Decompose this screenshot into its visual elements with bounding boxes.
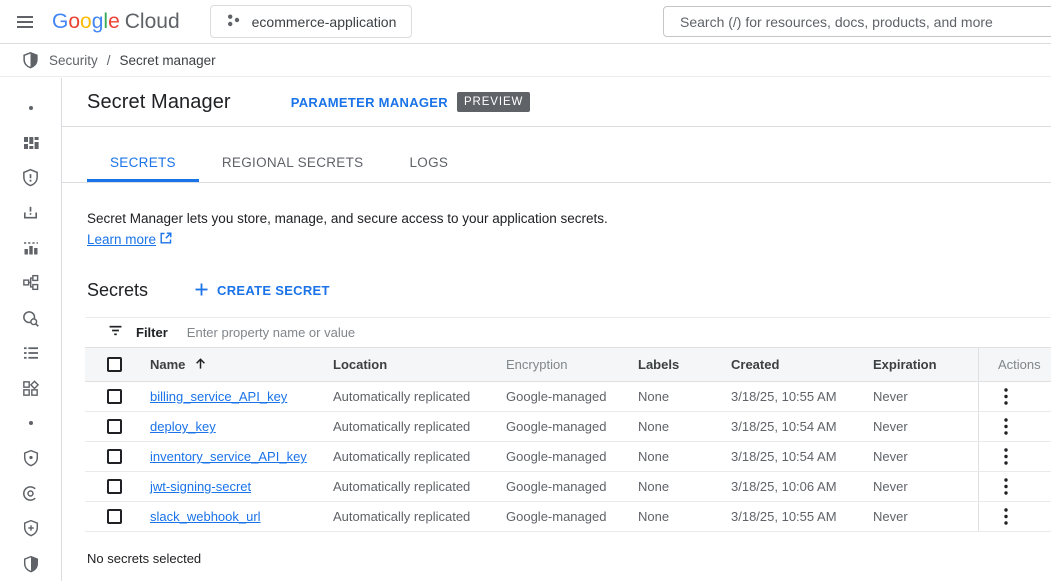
filter-bar[interactable]: Filter: [85, 318, 1051, 348]
column-header-expiration[interactable]: Expiration: [873, 357, 978, 372]
table-row: jwt-signing-secret Automatically replica…: [85, 472, 1051, 502]
row-checkbox[interactable]: [107, 389, 122, 404]
dot-icon: [21, 98, 41, 118]
row-checkbox[interactable]: [107, 419, 122, 434]
secret-link[interactable]: jwt-signing-secret: [150, 479, 251, 494]
sidebar-item-risk[interactable]: [11, 195, 51, 230]
row-checkbox[interactable]: [107, 509, 122, 524]
shield-alert-icon: [21, 168, 40, 187]
tab-secrets[interactable]: SECRETS: [87, 146, 199, 182]
sidebar-item-shield-plus[interactable]: [11, 511, 51, 546]
row-actions-menu-icon[interactable]: [998, 506, 1014, 527]
shield-half-icon: [22, 555, 40, 573]
sidebar-item-security[interactable]: [11, 546, 51, 581]
tab-logs[interactable]: LOGS: [386, 146, 471, 182]
column-header-encryption: Encryption: [506, 357, 638, 372]
hierarchy-icon: [21, 273, 40, 292]
shield-dot-icon: [22, 449, 40, 467]
page-description: Secret Manager lets you store, manage, a…: [87, 209, 1051, 250]
column-header-labels[interactable]: Labels: [638, 357, 731, 372]
list-icon: [21, 343, 41, 363]
main-content: Secret Manager PARAMETER MANAGER PREVIEW…: [62, 78, 1051, 581]
row-checkbox[interactable]: [107, 449, 122, 464]
sidebar-item-workloads[interactable]: [11, 371, 51, 406]
chart-icon: [21, 238, 41, 258]
row-checkbox[interactable]: [107, 479, 122, 494]
sidebar-item-findings-list[interactable]: [11, 336, 51, 371]
dot-icon: [21, 413, 41, 433]
filter-icon: [107, 322, 124, 344]
project-selector[interactable]: ecommerce-application: [210, 5, 413, 38]
column-header-name[interactable]: Name: [150, 357, 333, 373]
preview-badge: PREVIEW: [457, 92, 530, 112]
secret-link[interactable]: billing_service_API_key: [150, 389, 287, 404]
search-bar: [663, 6, 1051, 37]
create-secret-button[interactable]: CREATE SECRET: [194, 282, 330, 300]
secrets-section-header: Secrets CREATE SECRET: [87, 280, 1051, 301]
row-actions-menu-icon[interactable]: [998, 476, 1014, 497]
selection-status: No secrets selected: [87, 551, 1051, 566]
sidebar-item-overview[interactable]: [11, 90, 51, 125]
sort-ascending-icon: [194, 357, 207, 373]
secret-manager-icon: [21, 133, 41, 153]
table-row: slack_webhook_url Automatically replicat…: [85, 502, 1051, 532]
project-name: ecommerce-application: [252, 14, 397, 30]
sidebar-item-compliance[interactable]: [11, 476, 51, 511]
page-header: Secret Manager PARAMETER MANAGER PREVIEW: [62, 78, 1051, 127]
row-actions-menu-icon[interactable]: [998, 386, 1014, 407]
plus-icon: [194, 282, 209, 300]
table-header-row: Name Location Encryption Labels Created …: [85, 348, 1051, 382]
project-icon: [226, 13, 241, 31]
filter-input[interactable]: [187, 325, 1051, 340]
target-circle-icon: [21, 484, 40, 503]
sidebar-item-hierarchy[interactable]: [11, 265, 51, 300]
table-row: billing_service_API_key Automatically re…: [85, 382, 1051, 412]
parameter-manager-link[interactable]: PARAMETER MANAGER: [291, 95, 448, 110]
shield-plus-icon: [22, 519, 40, 537]
left-nav-rail: [0, 78, 62, 581]
breadcrumb-security[interactable]: Security: [49, 53, 98, 68]
sidebar-item-analytics[interactable]: [11, 230, 51, 265]
row-actions-menu-icon[interactable]: [998, 446, 1014, 467]
tab-bar: SECRETS REGIONAL SECRETS LOGS: [62, 127, 1051, 183]
tab-regional-secrets[interactable]: REGIONAL SECRETS: [199, 146, 387, 182]
secrets-table: Filter Name Location Encryption Labels C…: [85, 317, 1051, 532]
breadcrumb: Security / Secret manager: [0, 44, 1051, 77]
sidebar-item-dot-2[interactable]: [11, 406, 51, 441]
row-actions-menu-icon[interactable]: [998, 416, 1014, 437]
google-cloud-logo[interactable]: Google Cloud: [52, 10, 180, 34]
security-shield-icon: [22, 51, 39, 69]
select-all-checkbox[interactable]: [107, 357, 122, 372]
table-row: deploy_key Automatically replicated Goog…: [85, 412, 1051, 442]
external-link-icon: [160, 230, 172, 250]
secrets-heading: Secrets: [87, 280, 148, 301]
column-header-location[interactable]: Location: [333, 357, 506, 372]
secret-link[interactable]: inventory_service_API_key: [150, 449, 307, 464]
tray-alert-icon: [21, 203, 40, 222]
page-title: Secret Manager: [87, 91, 231, 114]
blocks-diamond-icon: [21, 379, 40, 398]
learn-more-link[interactable]: Learn more: [87, 230, 172, 250]
table-row: inventory_service_API_key Automatically …: [85, 442, 1051, 472]
sidebar-item-web-scanner[interactable]: [11, 300, 51, 335]
breadcrumb-secret-manager: Secret manager: [120, 53, 216, 68]
column-header-created[interactable]: Created: [731, 357, 873, 372]
menu-icon[interactable]: [14, 11, 36, 33]
sidebar-item-shield-check[interactable]: [11, 441, 51, 476]
search-input[interactable]: [664, 7, 1051, 36]
column-header-actions: Actions: [978, 348, 1051, 381]
description-text: Secret Manager lets you store, manage, a…: [87, 209, 1051, 229]
secret-link[interactable]: deploy_key: [150, 419, 216, 434]
globe-search-icon: [21, 309, 40, 328]
secret-link[interactable]: slack_webhook_url: [150, 509, 261, 524]
filter-label: Filter: [136, 325, 168, 340]
sidebar-item-alerts[interactable]: [11, 160, 51, 195]
top-app-bar: Google Cloud ecommerce-application: [0, 0, 1051, 44]
sidebar-item-secret-manager[interactable]: [11, 125, 51, 160]
